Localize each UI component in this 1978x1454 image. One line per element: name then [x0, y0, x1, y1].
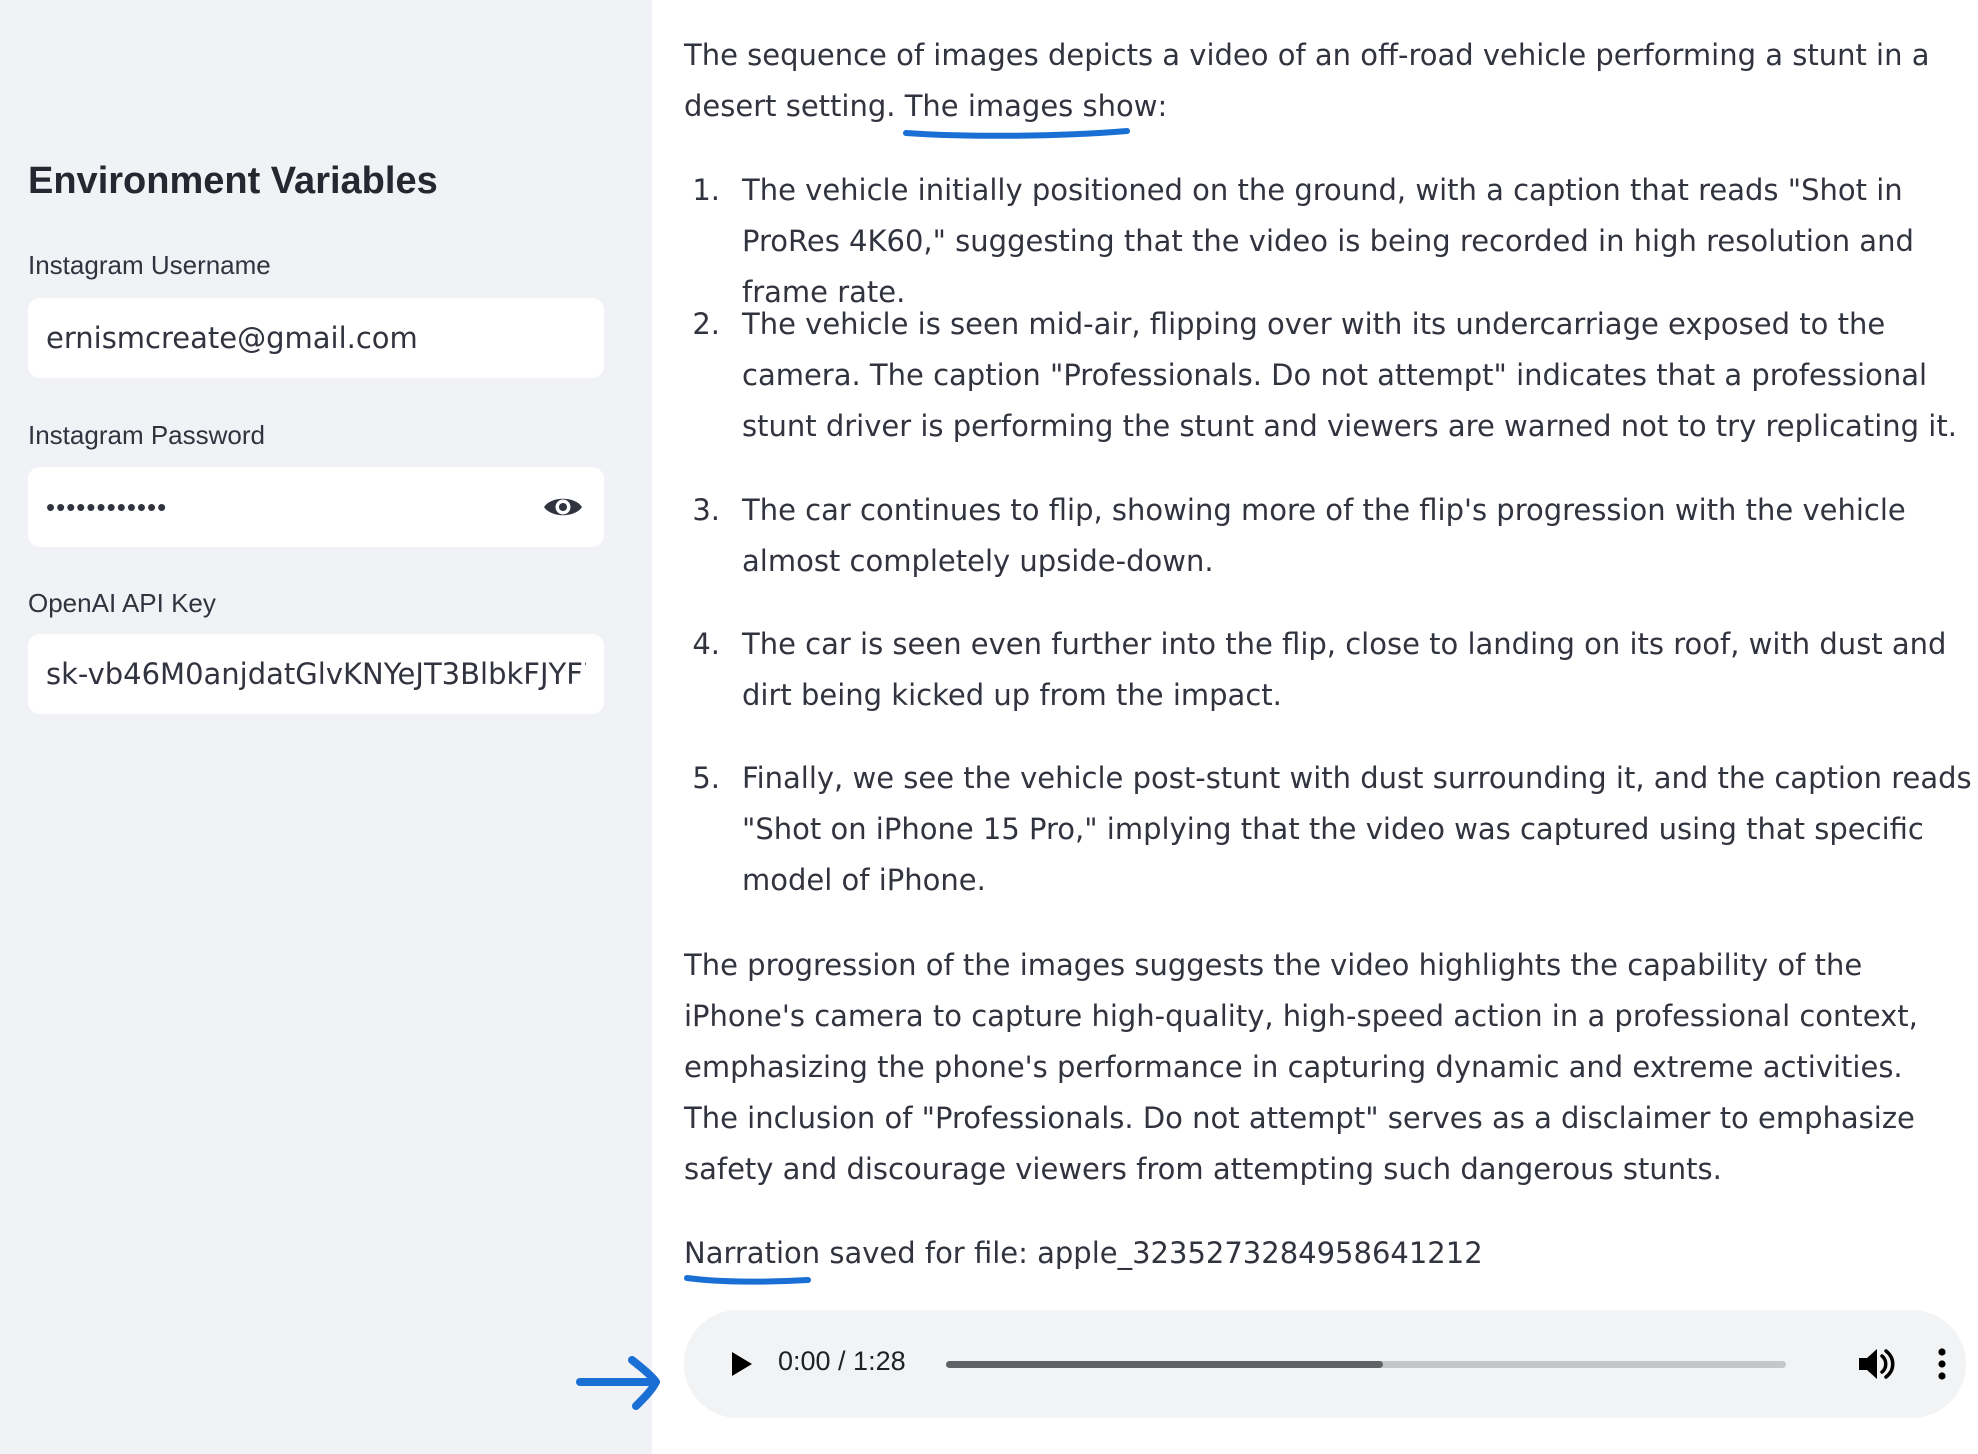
intro-paragraph: The sequence of images depicts a video o…: [684, 30, 1954, 139]
list-number: 1.: [692, 173, 720, 207]
list-text: Finally, we see the vehicle post-stunt w…: [742, 761, 1972, 897]
password-label: Instagram Password: [28, 420, 265, 450]
audio-progress-fill: [946, 1361, 1383, 1368]
intro-highlight-wrap: The images show: [902, 81, 1158, 139]
intro-highlight: The images show: [904, 89, 1158, 123]
intro-text: The sequence of images depicts a video o…: [684, 38, 1930, 123]
main-content: The sequence of images depicts a video o…: [652, 0, 1978, 1454]
narration-status: Narration saved for file: apple_32352732…: [684, 1228, 1954, 1285]
narration-word-wrap: Narration: [684, 1228, 821, 1285]
list-text: The car is seen even further into the fl…: [742, 627, 1947, 712]
more-vertical-icon[interactable]: [1920, 1342, 1964, 1386]
summary-paragraph: The progression of the images suggests t…: [684, 948, 1918, 1186]
audio-time: 0:00 / 1:28: [778, 1346, 906, 1376]
username-input[interactable]: [46, 321, 586, 355]
list-number: 3.: [692, 493, 720, 527]
eye-icon[interactable]: [540, 484, 586, 530]
username-field[interactable]: [28, 298, 604, 378]
api-key-input[interactable]: [46, 657, 586, 691]
api-key-field[interactable]: [28, 634, 604, 714]
list-text: The vehicle initially positioned on the …: [742, 173, 1914, 309]
list-text: The vehicle is seen mid-air, flipping ov…: [742, 307, 1957, 443]
narration-word: Narration: [684, 1236, 821, 1270]
intro-colon: :: [1157, 89, 1168, 123]
narration-rest: saved for file: apple_323527328495864121…: [820, 1236, 1483, 1270]
list-number: 2.: [692, 307, 720, 341]
sidebar-title: Environment Variables: [28, 160, 438, 202]
play-icon[interactable]: [720, 1344, 760, 1384]
sidebar: Environment Variables Instagram Username…: [0, 0, 652, 1454]
underline-annotation: [902, 128, 1130, 139]
volume-icon[interactable]: [1854, 1342, 1898, 1386]
username-label: Instagram Username: [28, 250, 271, 280]
underline-annotation: [684, 1275, 811, 1285]
arrow-annotation: [576, 1356, 660, 1410]
audio-player[interactable]: 0:00 / 1:28: [684, 1310, 1966, 1418]
audio-seek-bar[interactable]: [946, 1361, 1786, 1368]
list-number: 5.: [692, 761, 720, 795]
list-number: 4.: [692, 627, 720, 661]
password-input[interactable]: ••••••••••••: [46, 492, 540, 523]
list-text: The car continues to flip, showing more …: [742, 493, 1906, 578]
api-key-label: OpenAI API Key: [28, 588, 216, 618]
password-field[interactable]: ••••••••••••: [28, 467, 604, 547]
